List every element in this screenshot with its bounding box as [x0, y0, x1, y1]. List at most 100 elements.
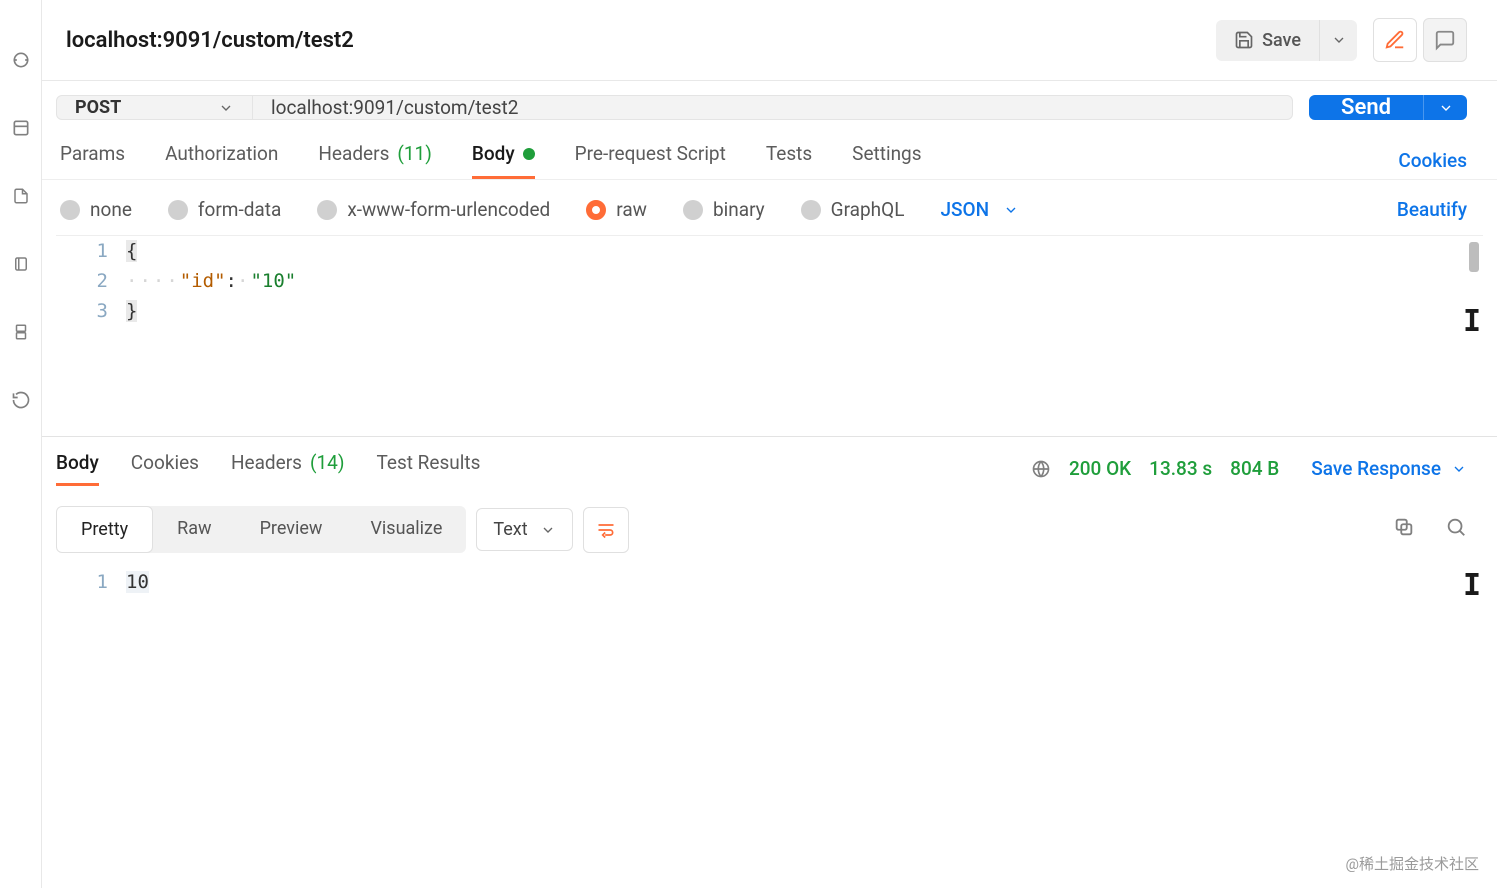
- tab-prerequest[interactable]: Pre-request Script: [575, 142, 726, 179]
- search-icon: [1445, 516, 1467, 538]
- send-options-button[interactable]: [1423, 95, 1467, 120]
- tab-authorization[interactable]: Authorization: [165, 142, 278, 179]
- save-button[interactable]: Save: [1216, 20, 1319, 61]
- body-type-urlencoded[interactable]: x-www-form-urlencoded: [317, 198, 550, 221]
- method-url-bar: POST localhost:9091/custom/test2: [56, 95, 1293, 120]
- tab-headers[interactable]: Headers (11): [318, 142, 431, 179]
- radio-icon: [683, 200, 703, 220]
- body-type-label: raw: [616, 198, 647, 221]
- body-type-label: x-www-form-urlencoded: [347, 198, 550, 221]
- body-type-none[interactable]: none: [60, 198, 132, 221]
- resp-tab-cookies[interactable]: Cookies: [131, 451, 199, 486]
- body-format-select[interactable]: JSON: [940, 198, 1019, 221]
- request-body-editor[interactable]: 1 2 3 { ····"id":·"10" } I: [56, 235, 1483, 436]
- save-response-button[interactable]: Save Response: [1311, 457, 1467, 480]
- view-visualize[interactable]: Visualize: [346, 506, 466, 553]
- copy-response-button[interactable]: [1393, 516, 1415, 543]
- rail-icon-3[interactable]: [12, 184, 30, 208]
- send-button[interactable]: Send: [1309, 95, 1423, 120]
- resp-tab-test-results[interactable]: Test Results: [376, 451, 480, 486]
- tab-params[interactable]: Params: [60, 142, 125, 179]
- status-code: 200 OK: [1069, 457, 1131, 480]
- code-brace: }: [126, 300, 137, 322]
- line-gutter: 1 2 3: [56, 236, 126, 436]
- response-tabs: Body Cookies Headers (14) Test Results 2…: [42, 437, 1497, 486]
- view-pretty[interactable]: Pretty: [56, 506, 153, 553]
- line-number: 1: [56, 236, 108, 266]
- request-tabs: Params Authorization Headers (11) Body P…: [42, 120, 1497, 180]
- response-toolbar: Pretty Raw Preview Visualize Text: [42, 486, 1497, 567]
- left-rail: [0, 0, 42, 888]
- method-select[interactable]: POST: [57, 96, 253, 119]
- body-type-label: form-data: [198, 198, 281, 221]
- chevron-down-icon: [1451, 461, 1467, 477]
- code-editor[interactable]: 1 2 3 { ····"id":·"10" }: [56, 236, 1483, 436]
- status-size: 804 B: [1230, 457, 1279, 480]
- rail-icon-6[interactable]: [11, 388, 31, 412]
- response-format-select[interactable]: Text: [476, 508, 572, 551]
- method-label: POST: [75, 97, 121, 118]
- body-type-raw[interactable]: raw: [586, 198, 647, 221]
- watermark: @稀土掘金技术社区: [1346, 853, 1479, 874]
- body-type-row: none form-data x-www-form-urlencoded raw…: [42, 180, 1497, 235]
- body-type-graphql[interactable]: GraphQL: [801, 198, 905, 221]
- editor-cursor-icon: I: [1463, 571, 1481, 601]
- topbar-right-group: [1373, 18, 1467, 62]
- view-preview[interactable]: Preview: [236, 506, 347, 553]
- cookies-link[interactable]: Cookies: [1398, 149, 1467, 172]
- code-brace: {: [126, 240, 137, 262]
- code-colon: :: [226, 270, 237, 292]
- line-number: 1: [56, 567, 108, 597]
- pencil-icon: [1384, 29, 1406, 51]
- comments-button[interactable]: [1423, 18, 1467, 62]
- save-label: Save: [1262, 30, 1301, 51]
- code-lines[interactable]: 10: [126, 567, 1483, 888]
- response-panel: Body Cookies Headers (14) Test Results 2…: [42, 436, 1497, 888]
- chevron-down-icon: [1331, 32, 1347, 48]
- body-modified-dot-icon: [523, 148, 535, 160]
- main-panel: localhost:9091/custom/test2 Save POST: [42, 0, 1497, 888]
- view-mode-segment: Pretty Raw Preview Visualize: [56, 506, 466, 553]
- radio-icon: [60, 200, 80, 220]
- search-response-button[interactable]: [1445, 516, 1467, 543]
- code-lines[interactable]: { ····"id":·"10" }: [126, 236, 1483, 436]
- beautify-link[interactable]: Beautify: [1397, 198, 1467, 221]
- tab-tests[interactable]: Tests: [766, 142, 812, 179]
- save-options-button[interactable]: [1319, 20, 1357, 61]
- request-title: localhost:9091/custom/test2: [66, 28, 1200, 53]
- response-body-editor[interactable]: 1 10 I: [56, 567, 1483, 888]
- view-raw[interactable]: Raw: [153, 506, 235, 553]
- globe-icon[interactable]: [1031, 459, 1051, 479]
- topbar: localhost:9091/custom/test2 Save: [42, 0, 1497, 81]
- request-row: POST localhost:9091/custom/test2 Send: [42, 81, 1497, 120]
- resp-tab-body[interactable]: Body: [56, 451, 99, 486]
- tab-settings[interactable]: Settings: [852, 142, 921, 179]
- code-space: ·: [237, 270, 250, 292]
- save-button-group: Save: [1216, 20, 1357, 61]
- edit-button[interactable]: [1373, 18, 1417, 62]
- code-string: "10": [250, 270, 296, 292]
- chevron-down-icon: [218, 100, 234, 116]
- rail-icon-5[interactable]: [12, 320, 30, 344]
- tab-body[interactable]: Body: [472, 142, 535, 179]
- save-icon: [1234, 30, 1254, 50]
- response-status: 200 OK 13.83 s 804 B: [1031, 457, 1279, 480]
- wrap-lines-button[interactable]: [583, 507, 629, 553]
- url-input[interactable]: localhost:9091/custom/test2: [253, 96, 1292, 119]
- code-indent: ····: [126, 270, 180, 292]
- rail-icon-1[interactable]: [11, 48, 31, 72]
- editor-scrollbar[interactable]: [1469, 242, 1479, 272]
- rail-icon-2[interactable]: [11, 116, 31, 140]
- rail-icon-4[interactable]: [12, 252, 30, 276]
- editor-cursor-icon: I: [1463, 304, 1481, 339]
- tab-headers-label: Headers: [318, 142, 389, 165]
- body-type-form-data[interactable]: form-data: [168, 198, 281, 221]
- resp-tab-headers[interactable]: Headers (14): [231, 451, 344, 486]
- chevron-down-icon: [1438, 100, 1454, 116]
- response-body-text: 10: [126, 571, 149, 593]
- comment-icon: [1434, 29, 1456, 51]
- body-type-binary[interactable]: binary: [683, 198, 765, 221]
- response-format-label: Text: [493, 519, 527, 540]
- line-number: 3: [56, 296, 108, 326]
- copy-icon: [1393, 516, 1415, 538]
